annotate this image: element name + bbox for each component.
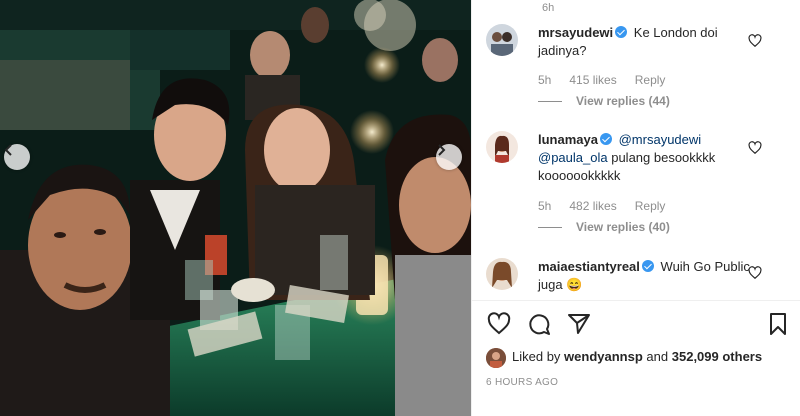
reply-button[interactable]: Reply [635,199,666,213]
next-photo-button[interactable] [436,144,462,170]
verified-badge-icon [615,26,628,38]
actions-divider [472,300,800,301]
like-comment-heart-icon[interactable] [748,266,762,280]
post-timestamp[interactable]: 6 HOURS AGO [486,377,558,388]
post-photo[interactable] [0,0,471,416]
comment-username[interactable]: maiaestiantyreal [538,259,640,274]
like-comment-heart-icon[interactable] [748,34,762,48]
avatar[interactable] [486,24,518,56]
avatar[interactable] [486,131,518,163]
comment-item: maiaestiantyreal Wuih Go Public juga 😄 [486,258,786,298]
previous-photo-button[interactable] [4,144,30,170]
avatar-image [486,131,518,163]
comment-likes[interactable]: 415 likes [569,73,616,87]
paper-plane-icon[interactable] [566,312,592,336]
view-replies-button[interactable]: View replies (40) [538,220,670,234]
verified-badge-icon [641,260,654,272]
heart-icon[interactable] [486,312,512,336]
view-replies-label: View replies (44) [576,94,670,108]
comment-item: lunamaya @mrsayudewi @paula_ola pulang b… [486,131,786,241]
comment-time: 5h [538,73,552,87]
comment-text: lunamaya @mrsayudewi @paula_ola pulang b… [538,131,768,185]
view-replies-label: View replies (40) [576,220,670,234]
chevron-left-icon [4,144,12,156]
photo-illustration [0,0,471,416]
liked-by-user[interactable]: wendyannsp [564,349,643,364]
liked-by: Liked by wendyannsp and 352,099 others [486,347,791,368]
liked-by-prefix: Liked by [512,349,561,364]
replies-divider-line [538,227,562,229]
liker-avatar[interactable] [486,347,506,368]
avatar[interactable] [486,258,518,290]
likes-count[interactable]: 352,099 others [672,349,762,364]
comment-text: maiaestiantyreal Wuih Go Public juga 😄 [538,258,768,294]
comment-item: mrsayudewi Ke London doi jadinya? 5h 415 … [486,24,786,112]
liked-by-conj: and [646,349,669,364]
caption-time: 6h [542,2,555,14]
comment-text: mrsayudewi Ke London doi jadinya? [538,24,768,60]
chevron-right-icon [438,144,446,156]
comment-likes[interactable]: 482 likes [569,199,616,213]
comment-username[interactable]: lunamaya [538,132,598,147]
view-replies-button[interactable]: View replies (44) [538,94,670,108]
comment-username[interactable]: mrsayudewi [538,25,613,40]
comment-meta: 5h 415 likes Reply [538,73,683,87]
avatar-image [486,24,518,56]
comment-time: 5h [538,199,552,213]
mention-link[interactable]: @paula_ola [538,150,608,165]
avatar-image [486,258,518,290]
post-actions-bar [486,312,791,340]
instagram-post: 6h mrsayudewi Ke London doi jadinya? 5h 4… [0,0,800,416]
comment-meta: 5h 482 likes Reply [538,199,683,213]
emoji: 😄 [566,277,583,292]
comment-icon[interactable] [526,312,552,336]
reply-button[interactable]: Reply [635,73,666,87]
comments-panel: 6h mrsayudewi Ke London doi jadinya? 5h 4… [471,0,800,416]
liker-avatar-image [486,347,506,368]
verified-badge-icon [599,133,612,145]
replies-divider-line [538,101,562,103]
like-comment-heart-icon[interactable] [748,141,762,155]
bookmark-icon[interactable] [766,312,790,336]
mention-link[interactable]: @mrsayudewi [619,132,702,147]
